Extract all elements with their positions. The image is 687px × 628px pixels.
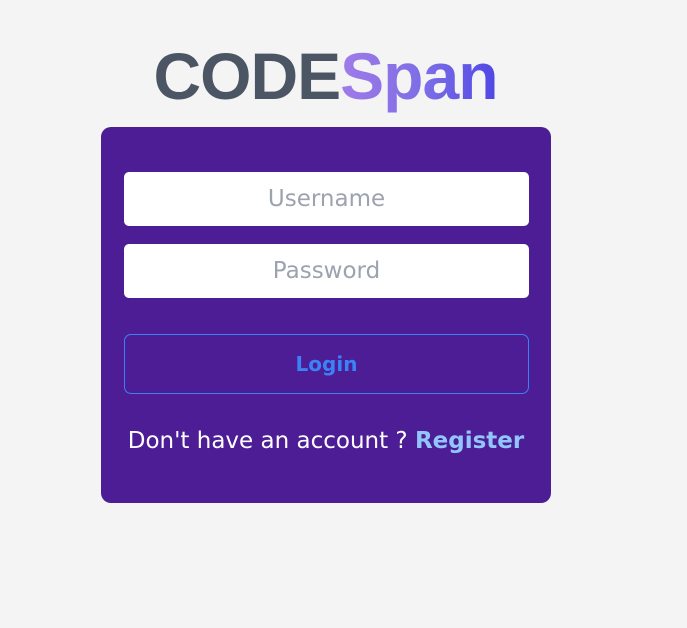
login-card: Login Don't have an account ? Register: [101, 127, 551, 503]
login-page: CODESpan Login Don't have an account ? R…: [0, 0, 687, 628]
logo-text-code: CODE: [153, 39, 341, 113]
brand-logo: CODESpan: [0, 38, 651, 114]
register-link[interactable]: Register: [415, 428, 524, 454]
password-input[interactable]: [124, 244, 529, 298]
logo-text-span: Span: [340, 39, 498, 113]
username-input[interactable]: [124, 172, 529, 226]
login-button[interactable]: Login: [124, 334, 529, 394]
register-prompt-text: Don't have an account ?: [127, 428, 408, 454]
register-prompt-row: Don't have an account ? Register: [101, 424, 551, 458]
